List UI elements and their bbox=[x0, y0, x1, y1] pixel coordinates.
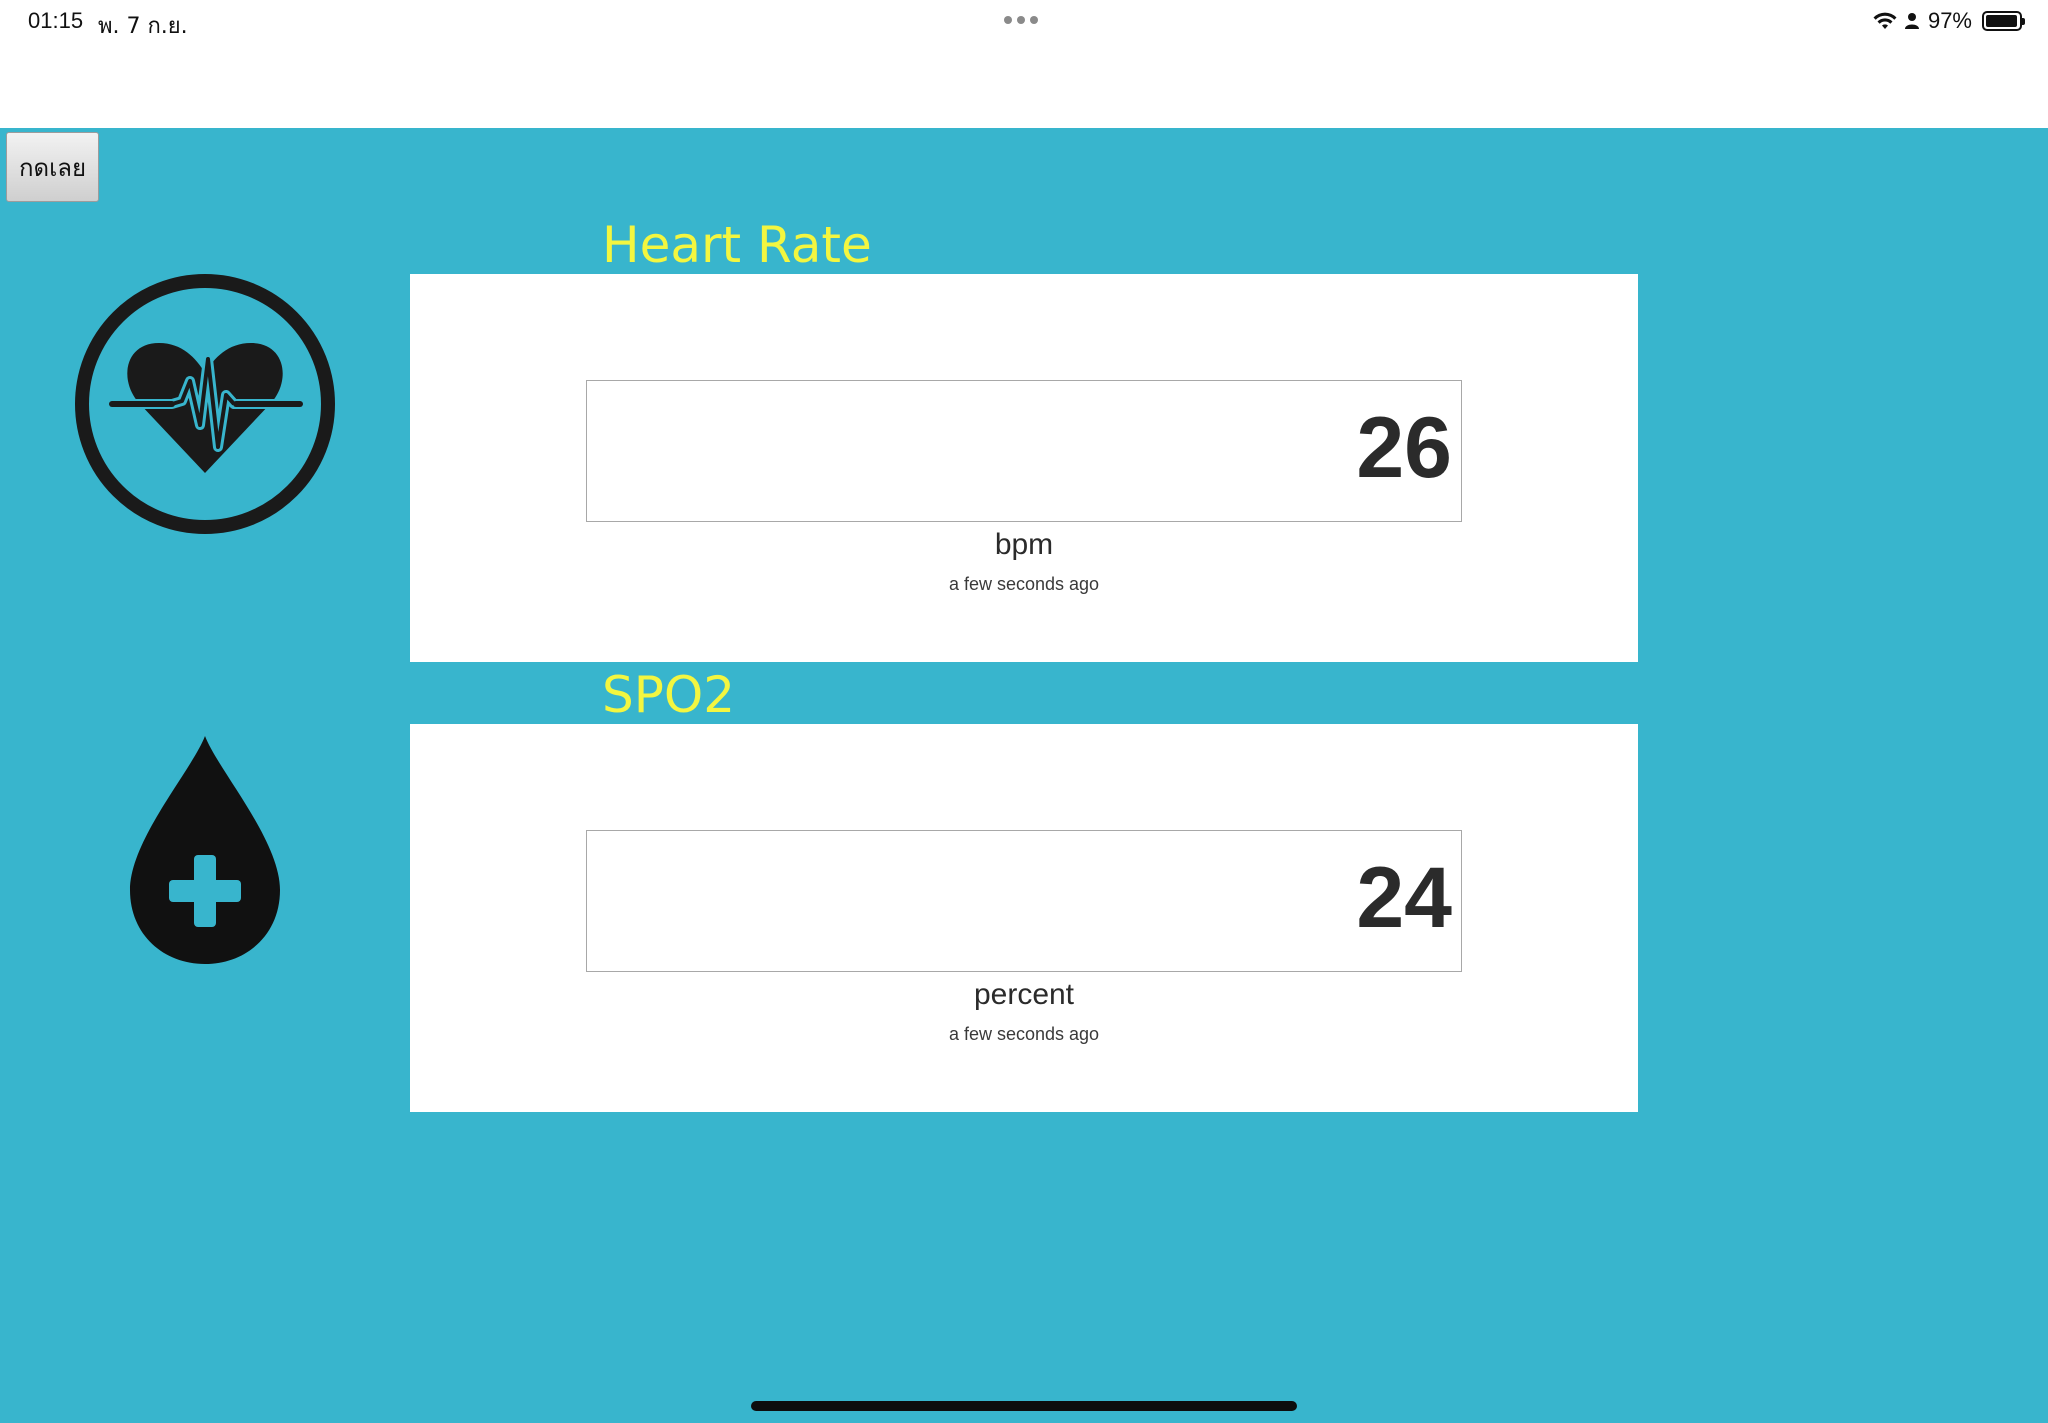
person-icon bbox=[1904, 11, 1920, 31]
spo2-unit: percent bbox=[973, 978, 1075, 1011]
status-indicators: 97% bbox=[1872, 8, 2025, 34]
battery-icon bbox=[1982, 11, 2025, 31]
status-time: 01:15 bbox=[28, 8, 84, 33]
heart-pulse-icon bbox=[74, 273, 336, 535]
heart-rate-value: 26 bbox=[1356, 400, 1452, 496]
blood-drop-plus-icon bbox=[124, 730, 286, 970]
battery-level-fill bbox=[1986, 15, 2018, 27]
status-bar: 01:15 พ. 7 ก.ย. 97% bbox=[0, 0, 2048, 128]
spo2-title: SPO2 bbox=[602, 666, 736, 724]
heart-rate-card: 26 bpm a few seconds ago bbox=[410, 274, 1638, 662]
spo2-value: 24 bbox=[1356, 850, 1452, 946]
heart-rate-title: Heart Rate bbox=[602, 216, 872, 274]
heart-rate-updated: a few seconds ago bbox=[948, 574, 1100, 594]
spo2-updated: a few seconds ago bbox=[948, 1024, 1100, 1044]
spo2-card: 24 percent a few seconds ago bbox=[410, 724, 1638, 1112]
heart-rate-unit: bpm bbox=[994, 528, 1054, 561]
home-indicator[interactable] bbox=[751, 1401, 1297, 1411]
app-content: กดเลย Heart Rate 26 bpm a few seconds ag… bbox=[0, 128, 2048, 1423]
wifi-icon bbox=[1872, 11, 1898, 31]
heart-rate-value-box: 26 bbox=[586, 380, 1462, 522]
status-date: พ. 7 ก.ย. bbox=[98, 14, 188, 39]
press-now-button[interactable]: กดเลย bbox=[6, 132, 99, 202]
battery-percent: 97% bbox=[1927, 8, 1972, 33]
spo2-value-box: 24 bbox=[586, 830, 1462, 972]
multitasking-dots-icon[interactable] bbox=[1004, 16, 1038, 24]
